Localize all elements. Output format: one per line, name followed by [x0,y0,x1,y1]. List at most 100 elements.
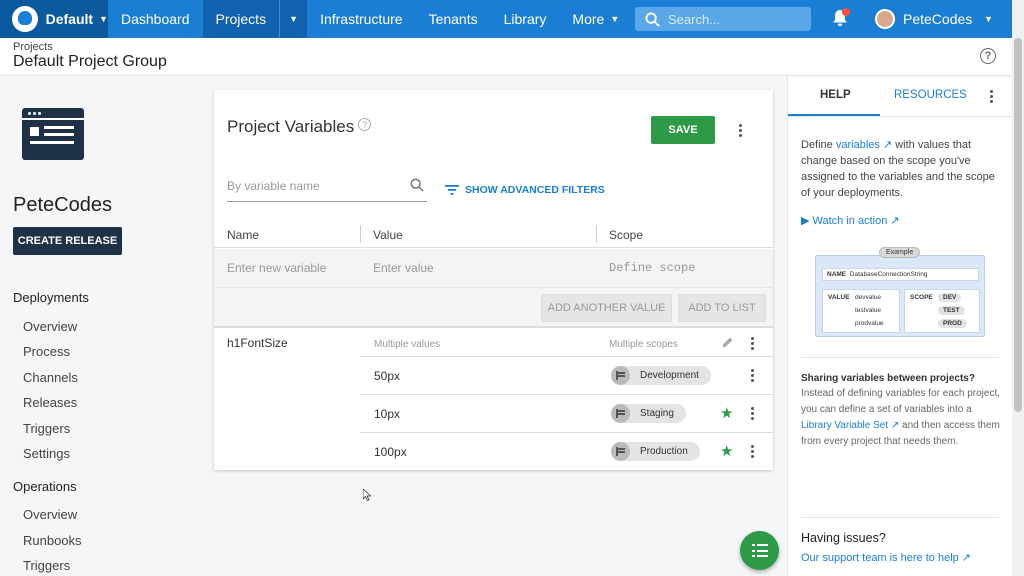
help-more-icon[interactable] [990,90,994,105]
watch-label: Watch in action [812,215,888,227]
variable-more-icon[interactable] [751,337,755,352]
variables-link[interactable]: variables [836,139,880,151]
variable-name[interactable]: h1FontSize [227,336,288,350]
support-link-label: Our support team is here to help [801,552,959,564]
page-title: Default Project Group [13,53,167,70]
space-selector[interactable]: Default ▼ [0,0,108,38]
new-variable-name-input[interactable]: Enter new variable [227,261,326,275]
new-variable-value-input[interactable]: Enter value [373,261,434,275]
nav-more-label: More [572,11,605,27]
scope-label: Staging [640,408,674,419]
project-logo [22,108,84,160]
search-icon [410,178,424,192]
create-release-button[interactable]: CREATE RELEASE [13,227,122,255]
table-row[interactable]: 10px Staging ★ [360,394,773,432]
sidebar-item-overview[interactable]: Overview [23,319,77,334]
breadcrumb[interactable]: Projects [13,41,53,53]
sidebar-item-runbooks[interactable]: Runbooks [23,533,82,548]
save-button[interactable]: SAVE [651,116,715,144]
tab-divider [788,116,1013,117]
column-name: Name [227,228,260,242]
divider [801,357,999,358]
table-header: Name Value Scope [214,222,773,248]
table-row[interactable]: 50px Development [360,356,773,394]
octopus-logo-icon [12,6,38,32]
tab-resources[interactable]: RESOURCES [894,89,967,101]
help-icon[interactable]: ? [980,48,996,64]
nav-library[interactable]: Library [491,0,560,38]
help-panel: HELP RESOURCES Define variables ↗ with v… [787,77,1013,576]
more-options-icon[interactable] [739,124,743,139]
nav-projects[interactable]: Projects [202,0,280,38]
star-icon: ★ [720,443,734,460]
variables-card: Project Variables ? SAVE By variable nam… [214,90,773,470]
variable-value: 100px [374,445,407,459]
environment-icon [611,442,630,461]
add-another-value-button[interactable]: ADD ANOTHER VALUE [541,294,672,322]
example-value: devvalue [855,294,882,301]
scope-chip: Production [611,442,700,461]
show-advanced-filters-button[interactable]: SHOW ADVANCED FILTERS [445,184,605,196]
sharing-title: Sharing variables between projects? [801,373,975,384]
table-row[interactable]: 100px Production ★ [360,432,773,470]
new-variable-scope-input[interactable]: Define scope [609,261,695,275]
variable-filter-input[interactable]: By variable name [227,179,427,202]
advanced-filters-label: SHOW ADVANCED FILTERS [465,184,605,196]
sharing-text-1: Instead of defining variables for each p… [801,388,1001,415]
external-link-icon: ↗ [958,552,972,564]
row-more-icon[interactable] [751,445,755,460]
sidebar-item-process[interactable]: Process [23,344,70,359]
example-scope-chip: PROD [938,319,967,328]
chevron-down-icon: ▼ [610,14,620,24]
nav-tenants[interactable]: Tenants [416,0,491,38]
nav-infrastructure[interactable]: Infrastructure [307,0,415,38]
notification-badge [842,8,850,16]
nav-dashboard[interactable]: Dashboard [108,0,203,38]
new-variable-actions: ADD ANOTHER VALUE ADD TO LIST [214,287,773,328]
library-variable-set-link[interactable]: Library Variable Set [801,420,888,431]
chevron-down-icon[interactable]: ▼ [984,14,993,24]
example-value: testvalue [855,307,882,314]
multiple-scopes-label: Multiple scopes [609,339,678,350]
question-icon[interactable]: ? [358,118,371,131]
sidebar-item-channels[interactable]: Channels [23,370,78,385]
user-menu[interactable]: PeteCodes [875,9,972,29]
sidebar-item-ops-triggers[interactable]: Triggers [23,558,70,573]
column-divider[interactable] [360,225,361,243]
add-to-list-button[interactable]: ADD TO LIST [678,294,766,322]
sidebar-item-triggers[interactable]: Triggers [23,421,70,436]
variable-value: 10px [374,407,401,421]
search-input[interactable]: Search... [635,7,811,31]
new-variable-row: Enter new variable Enter value Define sc… [214,249,773,287]
scope-chip: Development [611,366,711,385]
play-icon: ▶ [801,215,813,227]
column-divider[interactable] [596,225,597,243]
divider [801,517,999,518]
star-icon: ★ [720,405,734,422]
watch-in-action-link[interactable]: ▶ Watch in action ↗ [801,213,900,229]
help-intro: Define variables ↗ with values that chan… [801,137,1001,201]
external-link-icon: ↗ [887,215,900,227]
filter-placeholder: By variable name [227,179,320,193]
projects-dropdown-icon[interactable]: ▼ [279,0,308,38]
sidebar-item-ops-overview[interactable]: Overview [23,507,77,522]
sidebar-item-releases[interactable]: Releases [23,395,77,410]
environment-icon [611,404,630,423]
row-more-icon[interactable] [751,369,755,384]
example-diagram: Example NAME DatabaseConnectionString VA… [815,247,985,337]
example-scope-chip: DEV [938,293,962,302]
mouse-cursor-icon [363,489,371,501]
card-title: Project Variables [227,117,355,136]
row-more-icon[interactable] [751,407,755,422]
avatar [875,9,895,29]
example-scopes: SCOPE DEV TEST PROD [904,289,980,333]
scrollbar-thumb[interactable] [1014,38,1022,412]
edit-pencil-icon[interactable] [722,336,734,348]
sidebar-item-settings[interactable]: Settings [23,446,70,461]
quick-list-fab[interactable] [740,531,779,570]
variable-value: 50px [374,369,401,383]
nav-more[interactable]: More ▼ [559,0,632,38]
search-placeholder: Search... [668,11,721,27]
support-link[interactable]: Our support team is here to help ↗ [801,550,971,566]
tab-help[interactable]: HELP [820,89,851,101]
